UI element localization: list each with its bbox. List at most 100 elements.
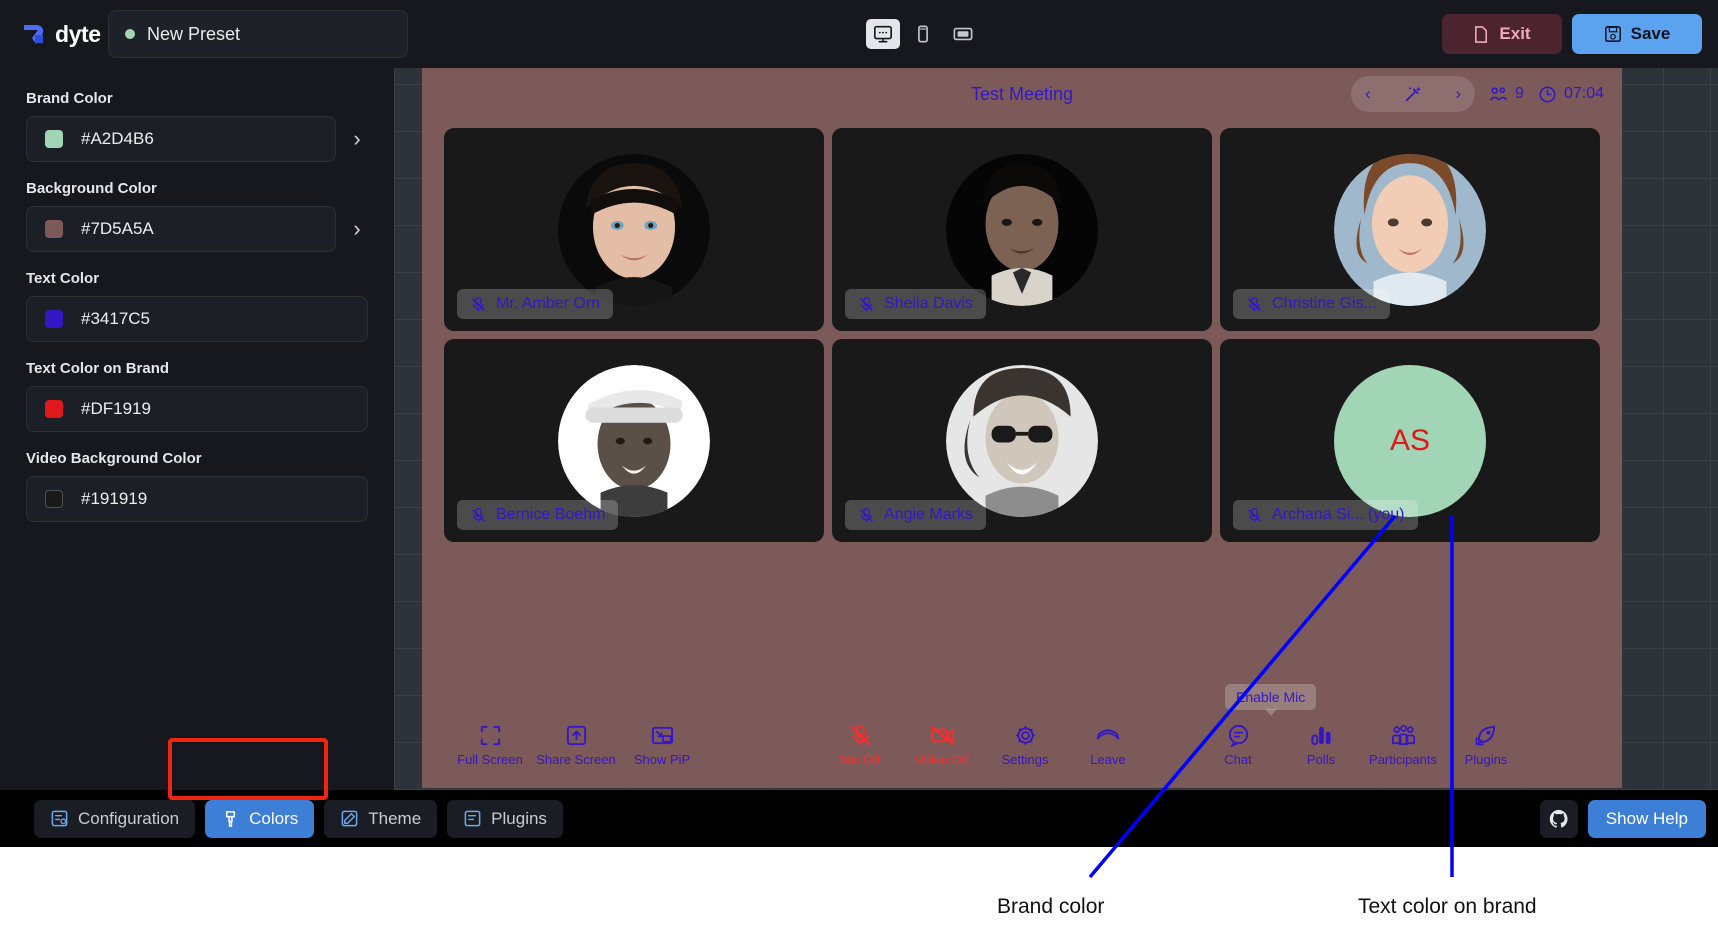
field-label: Video Background Color bbox=[26, 450, 202, 467]
share-screen-icon bbox=[566, 725, 586, 746]
avatar bbox=[558, 153, 710, 306]
participants-icon bbox=[1391, 724, 1415, 746]
chevron-right-icon[interactable]: › bbox=[346, 218, 368, 240]
preset-status-dot bbox=[125, 29, 135, 39]
tab-plugins[interactable]: Plugins bbox=[447, 799, 563, 838]
control-label: Video Off bbox=[915, 752, 969, 767]
annotation-label-brand-color: Brand color bbox=[997, 895, 1105, 918]
background-color-input[interactable]: #7D5A5A bbox=[26, 206, 336, 252]
control-label: Mic Off bbox=[839, 752, 881, 767]
brand-color-input[interactable]: #A2D4B6 bbox=[26, 116, 336, 162]
avatar bbox=[558, 364, 710, 517]
tab-label: Theme bbox=[368, 808, 422, 828]
avatar bbox=[1334, 153, 1486, 306]
color-value: #7D5A5A bbox=[81, 219, 154, 238]
control-settings[interactable]: Settings bbox=[977, 723, 1073, 767]
plugins-icon bbox=[1475, 725, 1495, 746]
mic-muted-icon bbox=[860, 507, 873, 522]
preview-canvas: Test Meeting ‹ › 9 07:04 Mr. Amber Orn S… bbox=[394, 68, 1718, 790]
meeting-title: Test Meeting bbox=[970, 83, 1074, 104]
save-label: Save bbox=[1630, 24, 1671, 43]
github-button[interactable] bbox=[1539, 799, 1578, 838]
control-full-screen[interactable]: Full Screen bbox=[442, 723, 538, 767]
participant-tile[interactable]: Sheila Davis bbox=[832, 128, 1212, 331]
tab-label: Plugins bbox=[491, 808, 547, 828]
theme-icon bbox=[341, 810, 358, 827]
color-value: #3417C5 bbox=[81, 309, 151, 328]
device-tablet-button[interactable] bbox=[946, 19, 980, 49]
meeting-header: Test Meeting ‹ › 9 07:04 bbox=[422, 68, 1622, 120]
participant-tile[interactable]: Christine Gis... bbox=[1220, 128, 1600, 331]
chevron-right-icon[interactable]: › bbox=[346, 128, 368, 150]
plugins-tab-icon bbox=[464, 810, 481, 827]
color-swatch bbox=[45, 400, 63, 418]
device-mobile-button[interactable] bbox=[906, 19, 940, 49]
control-label: Polls bbox=[1306, 752, 1336, 767]
control-show-pip[interactable]: Show PiP bbox=[614, 723, 710, 767]
participant-name: Mr. Amber Orn bbox=[496, 295, 601, 312]
device-desktop-button[interactable] bbox=[866, 19, 900, 49]
field-text-color: Text Color #3417C5 bbox=[0, 270, 394, 342]
participant-tile[interactable]: Angie Marks bbox=[832, 339, 1212, 542]
magic-wand-icon[interactable] bbox=[1403, 84, 1423, 104]
control-label: Plugins bbox=[1464, 752, 1508, 767]
participant-name: Archana Si... (you) bbox=[1272, 506, 1405, 523]
control-participants[interactable]: Participants bbox=[1355, 723, 1451, 767]
color-value: #191919 bbox=[81, 489, 148, 508]
preset-selector[interactable]: New Preset bbox=[108, 10, 408, 58]
control-plugins[interactable]: Plugins bbox=[1438, 723, 1534, 767]
tab-colors[interactable]: Colors bbox=[205, 799, 315, 838]
control-label: Leave bbox=[1090, 752, 1126, 767]
color-value: #DF1919 bbox=[81, 399, 151, 418]
next-page-icon[interactable]: › bbox=[1455, 84, 1461, 104]
tablet-landscape-icon bbox=[953, 27, 973, 41]
meeting-controls: Full Screen Share Screen Show PiP Mic Of… bbox=[422, 710, 1622, 780]
device-preview-toggle bbox=[866, 19, 980, 49]
color-swatch bbox=[45, 220, 63, 238]
control-label: Settings bbox=[1001, 752, 1049, 767]
avatar-initials: AS bbox=[1334, 364, 1486, 517]
github-icon bbox=[1549, 809, 1568, 828]
participant-tile[interactable]: Bernice Boehm bbox=[444, 339, 824, 542]
palette-icon bbox=[226, 811, 236, 827]
video-background-color-input[interactable]: #191919 bbox=[26, 476, 368, 522]
avatar bbox=[946, 153, 1098, 306]
control-chat[interactable]: Chat bbox=[1190, 723, 1286, 767]
clock-icon bbox=[1539, 85, 1556, 103]
prev-page-icon[interactable]: ‹ bbox=[1365, 84, 1371, 104]
app-logo: dyte bbox=[0, 20, 101, 48]
control-share-screen[interactable]: Share Screen bbox=[528, 723, 624, 767]
participant-grid: Mr. Amber Orn Sheila Davis Christine Gis… bbox=[422, 120, 1622, 542]
control-label: Participants bbox=[1369, 752, 1437, 767]
exit-button[interactable]: Exit bbox=[1442, 14, 1562, 54]
logo-text: dyte bbox=[55, 20, 101, 47]
participant-name: Sheila Davis bbox=[884, 295, 973, 312]
file-icon bbox=[1475, 25, 1488, 43]
field-brand-color: Brand Color #A2D4B6 › bbox=[0, 90, 394, 162]
tab-label: Colors bbox=[249, 808, 299, 828]
mic-muted-icon bbox=[860, 296, 873, 311]
participant-nametag: Christine Gis... bbox=[1233, 289, 1390, 319]
preset-name: New Preset bbox=[147, 23, 241, 44]
participant-tile-self[interactable]: AS Archana Si... (you) bbox=[1220, 339, 1600, 542]
control-label: Show PiP bbox=[633, 752, 691, 767]
app-root: dyte New Preset Exit Save Brand Color #A… bbox=[0, 0, 1718, 930]
show-help-button[interactable]: Show Help bbox=[1587, 799, 1706, 838]
timer-value: 07:04 bbox=[1563, 85, 1604, 102]
tab-configuration[interactable]: Configuration bbox=[34, 799, 196, 838]
page-navigator: ‹ › bbox=[1351, 76, 1476, 112]
control-leave[interactable]: Leave bbox=[1060, 723, 1156, 767]
participant-tile[interactable]: Mr. Amber Orn bbox=[444, 128, 824, 331]
participant-nametag: Bernice Boehm bbox=[457, 500, 619, 530]
top-bar: dyte New Preset Exit Save bbox=[0, 0, 1718, 68]
text-color-on-brand-input[interactable]: #DF1919 bbox=[26, 386, 368, 432]
tab-theme[interactable]: Theme bbox=[324, 799, 438, 838]
text-color-input[interactable]: #3417C5 bbox=[26, 296, 368, 342]
color-value: #A2D4B6 bbox=[81, 129, 154, 148]
monitor-icon bbox=[874, 25, 892, 43]
save-button[interactable]: Save bbox=[1572, 14, 1702, 54]
control-label: Share Screen bbox=[536, 752, 616, 767]
configuration-icon bbox=[51, 810, 68, 827]
control-label: Full Screen bbox=[457, 752, 523, 767]
control-video-off[interactable]: Video Off bbox=[894, 723, 990, 767]
